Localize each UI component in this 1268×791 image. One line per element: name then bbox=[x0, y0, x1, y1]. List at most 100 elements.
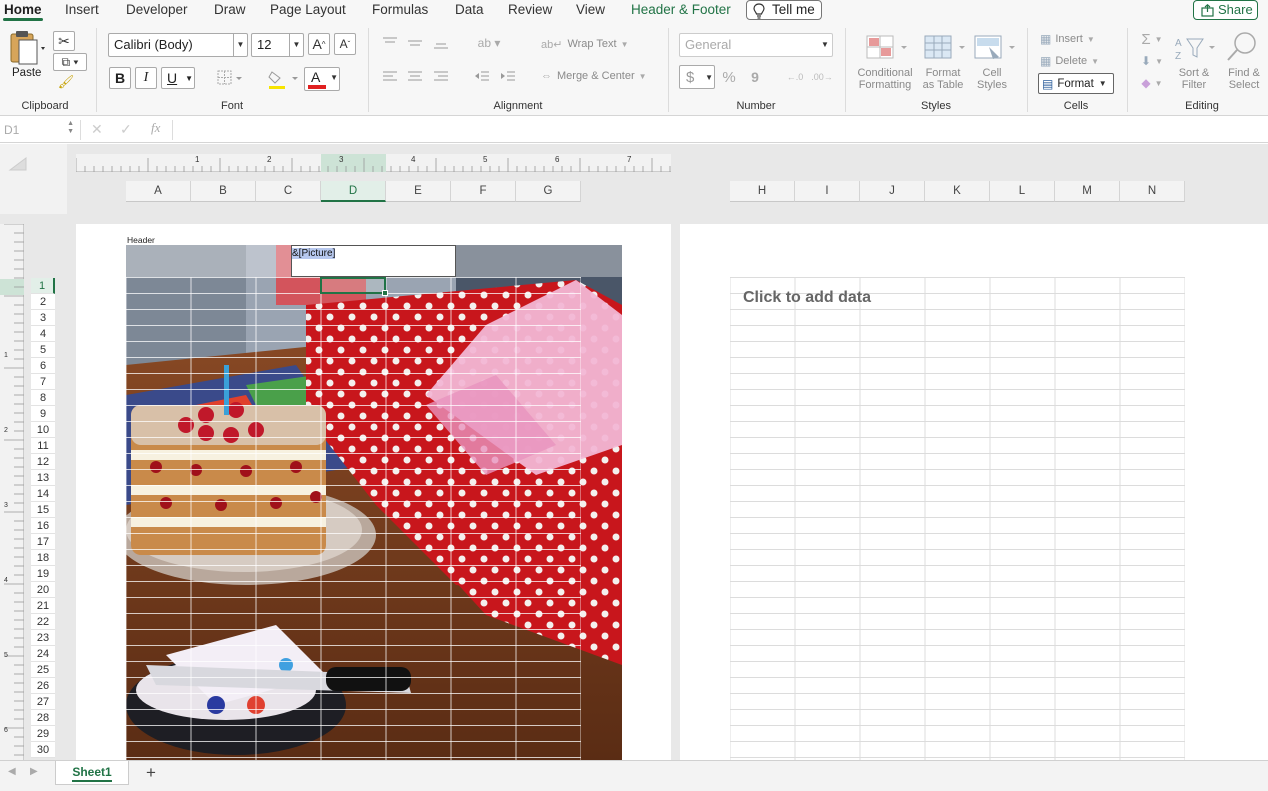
tab-view[interactable]: View bbox=[576, 2, 605, 17]
column-header-g[interactable]: G bbox=[516, 181, 581, 202]
column-header-i[interactable]: I bbox=[795, 181, 860, 202]
top-align-button[interactable] bbox=[380, 34, 400, 52]
tab-header-footer[interactable]: Header & Footer bbox=[631, 2, 731, 17]
increase-indent-button[interactable] bbox=[498, 67, 518, 85]
delete-cells-button[interactable]: ▦ Delete ▼ bbox=[1040, 52, 1112, 70]
column-header-n[interactable]: N bbox=[1120, 181, 1185, 202]
column-header-a[interactable]: A bbox=[126, 181, 191, 202]
merge-center-button[interactable]: ⇔ Merge & Center ▼ bbox=[541, 67, 661, 85]
underline-button[interactable]: U ▼ bbox=[161, 67, 195, 89]
column-header-h[interactable]: H bbox=[730, 181, 795, 202]
row-header-17[interactable]: 17 bbox=[31, 534, 55, 550]
row-header-9[interactable]: 9 bbox=[31, 406, 55, 422]
column-header-e[interactable]: E bbox=[386, 181, 451, 202]
copy-button[interactable]: ⧉ ▾ bbox=[53, 53, 87, 71]
cancel-icon[interactable]: ✕ bbox=[91, 121, 103, 138]
row-header-3[interactable]: 3 bbox=[31, 310, 55, 326]
row-header-15[interactable]: 15 bbox=[31, 502, 55, 518]
row-header-18[interactable]: 18 bbox=[31, 550, 55, 566]
middle-align-button[interactable] bbox=[405, 34, 425, 52]
tab-home[interactable]: Home bbox=[4, 2, 42, 17]
share-button[interactable]: Share bbox=[1193, 0, 1258, 20]
decrease-indent-button[interactable] bbox=[472, 67, 492, 85]
format-as-table-button[interactable] bbox=[920, 32, 968, 64]
click-to-add-data-placeholder[interactable]: Click to add data bbox=[743, 289, 871, 307]
format-cells-button[interactable]: ▤ Format ▼ bbox=[1038, 73, 1114, 94]
fill-button[interactable]: ⬇ ▼ bbox=[1136, 52, 1168, 70]
bold-button[interactable]: B bbox=[109, 67, 131, 89]
fill-handle[interactable] bbox=[382, 290, 388, 296]
column-header-k[interactable]: K bbox=[925, 181, 990, 202]
row-header-1[interactable]: 1 bbox=[31, 278, 55, 294]
row-header-22[interactable]: 22 bbox=[31, 614, 55, 630]
cell-grid[interactable] bbox=[126, 277, 581, 760]
row-header-24[interactable]: 24 bbox=[31, 646, 55, 662]
tab-insert[interactable]: Insert bbox=[65, 2, 99, 17]
increase-decimal-button[interactable]: ←.0 bbox=[784, 67, 806, 87]
sheet-tab-sheet1[interactable]: Sheet1 bbox=[55, 761, 129, 785]
scroll-left-icon[interactable]: ◀ bbox=[8, 766, 16, 777]
tab-page-layout[interactable]: Page Layout bbox=[270, 2, 346, 17]
row-header-21[interactable]: 21 bbox=[31, 598, 55, 614]
paste-button[interactable] bbox=[4, 30, 48, 66]
format-painter-button[interactable]: 🖌 bbox=[55, 74, 77, 90]
tab-review[interactable]: Review bbox=[508, 2, 552, 17]
cut-button[interactable]: ✂ bbox=[53, 31, 75, 51]
row-header-23[interactable]: 23 bbox=[31, 630, 55, 646]
align-left-button[interactable] bbox=[380, 67, 400, 85]
row-header-27[interactable]: 27 bbox=[31, 694, 55, 710]
column-header-c[interactable]: C bbox=[256, 181, 321, 202]
align-right-button[interactable] bbox=[431, 67, 451, 85]
borders-button[interactable] bbox=[215, 67, 245, 89]
name-box[interactable]: D1 ▲ ▼ bbox=[0, 120, 76, 140]
row-header-19[interactable]: 19 bbox=[31, 566, 55, 582]
row-header-26[interactable]: 26 bbox=[31, 678, 55, 694]
center-header-section[interactable]: &[Picture] bbox=[291, 245, 456, 277]
row-header-30[interactable]: 30 bbox=[31, 742, 55, 758]
row-header-11[interactable]: 11 bbox=[31, 438, 55, 454]
autosum-button[interactable]: Σ ▼ bbox=[1136, 30, 1168, 48]
row-header-7[interactable]: 7 bbox=[31, 374, 55, 390]
orientation-button[interactable]: ab ▾ bbox=[472, 34, 506, 52]
row-header-6[interactable]: 6 bbox=[31, 358, 55, 374]
decrease-font-button[interactable]: Aˇ bbox=[334, 33, 356, 55]
tab-draw[interactable]: Draw bbox=[214, 2, 246, 17]
tab-developer[interactable]: Developer bbox=[126, 2, 188, 17]
row-header-12[interactable]: 12 bbox=[31, 454, 55, 470]
conditional-formatting-button[interactable] bbox=[860, 32, 910, 64]
column-header-m[interactable]: M bbox=[1055, 181, 1120, 202]
enter-icon[interactable]: ✓ bbox=[120, 121, 132, 138]
font-name-dropdown[interactable]: Calibri (Body) ▼ bbox=[108, 33, 248, 57]
currency-button[interactable]: $ ▼ bbox=[679, 65, 715, 89]
row-header-13[interactable]: 13 bbox=[31, 470, 55, 486]
cell-grid-page-2[interactable] bbox=[730, 277, 1185, 760]
find-select-button[interactable] bbox=[1222, 30, 1262, 64]
select-all-corner[interactable] bbox=[0, 144, 67, 214]
row-header-25[interactable]: 25 bbox=[31, 662, 55, 678]
tab-data[interactable]: Data bbox=[455, 2, 484, 17]
comma-style-button[interactable]: 9 bbox=[745, 67, 765, 87]
font-color-button[interactable]: A ▼ bbox=[304, 67, 340, 91]
tab-formulas[interactable]: Formulas bbox=[372, 2, 428, 17]
font-size-dropdown[interactable]: 12 ▼ bbox=[251, 33, 304, 57]
number-format-dropdown[interactable]: General ▼ bbox=[679, 33, 833, 57]
italic-button[interactable]: I bbox=[135, 67, 157, 89]
row-header-2[interactable]: 2 bbox=[31, 294, 55, 310]
function-icon[interactable]: fx bbox=[151, 120, 160, 136]
fill-color-button[interactable] bbox=[266, 67, 302, 91]
selected-cell-d1[interactable] bbox=[320, 277, 388, 296]
row-header-4[interactable]: 4 bbox=[31, 326, 55, 342]
row-header-28[interactable]: 28 bbox=[31, 710, 55, 726]
column-header-d[interactable]: D bbox=[321, 181, 386, 202]
row-header-16[interactable]: 16 bbox=[31, 518, 55, 534]
column-header-f[interactable]: F bbox=[451, 181, 516, 202]
row-header-5[interactable]: 5 bbox=[31, 342, 55, 358]
scroll-right-icon[interactable]: ▶ bbox=[30, 766, 38, 777]
align-center-button[interactable] bbox=[405, 67, 425, 85]
row-header-10[interactable]: 10 bbox=[31, 422, 55, 438]
wrap-text-button[interactable]: ab↵ Wrap Text ▼ bbox=[541, 35, 633, 53]
formula-input[interactable] bbox=[176, 120, 1264, 140]
column-header-l[interactable]: L bbox=[990, 181, 1055, 202]
percent-button[interactable]: % bbox=[719, 67, 739, 87]
clear-button[interactable]: ◆ ▼ bbox=[1136, 74, 1168, 92]
